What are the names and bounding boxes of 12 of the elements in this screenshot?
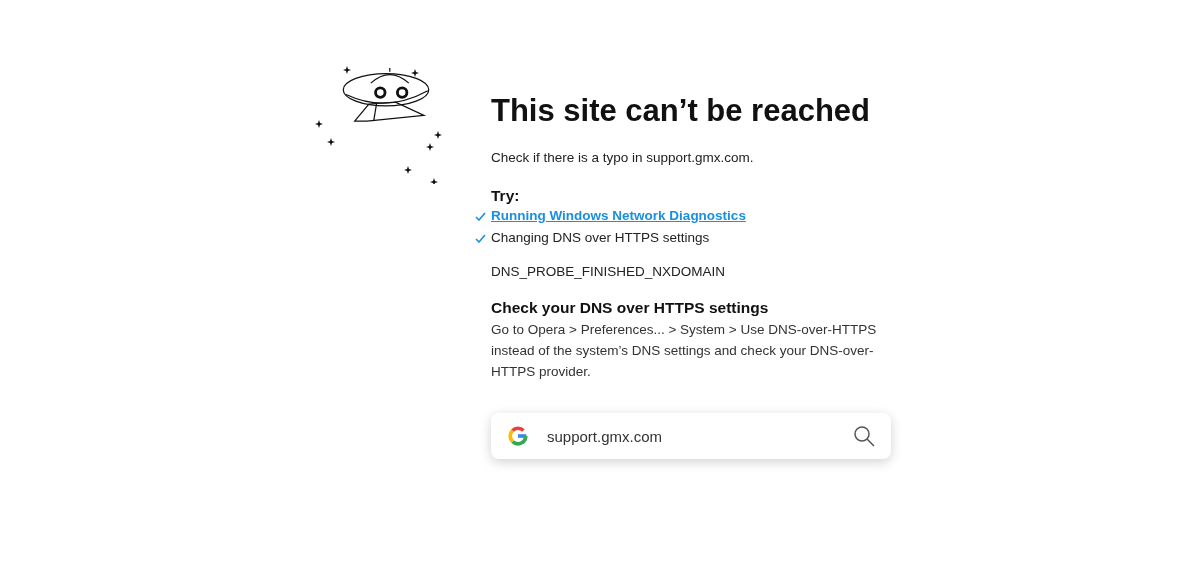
search-icon[interactable] bbox=[853, 425, 875, 447]
try-heading: Try: bbox=[491, 187, 521, 205]
section-text: Go to Opera > Preferences... > System > Use DNS-over-HTTPS instead of the system’s DNS settings and check your DNS-over-HTTPS provider. bbox=[491, 321, 878, 381]
suggestion-text: Changing DNS over HTTPS settings bbox=[491, 230, 710, 245]
section-heading: Check your DNS over HTTPS settings bbox=[491, 299, 770, 317]
page-title: This site can’t be reached bbox=[491, 92, 872, 130]
g-logo-icon bbox=[507, 425, 529, 447]
search-field[interactable]: support.gmx.com bbox=[547, 427, 835, 445]
checkmark-icon bbox=[475, 212, 486, 221]
message-text: Check if there is a typo in support.gmx.com. bbox=[491, 150, 755, 165]
checkmark-icon bbox=[475, 234, 486, 243]
error-code: DNS_PROBE_FINISHED_NXDOMAIN bbox=[491, 264, 727, 279]
